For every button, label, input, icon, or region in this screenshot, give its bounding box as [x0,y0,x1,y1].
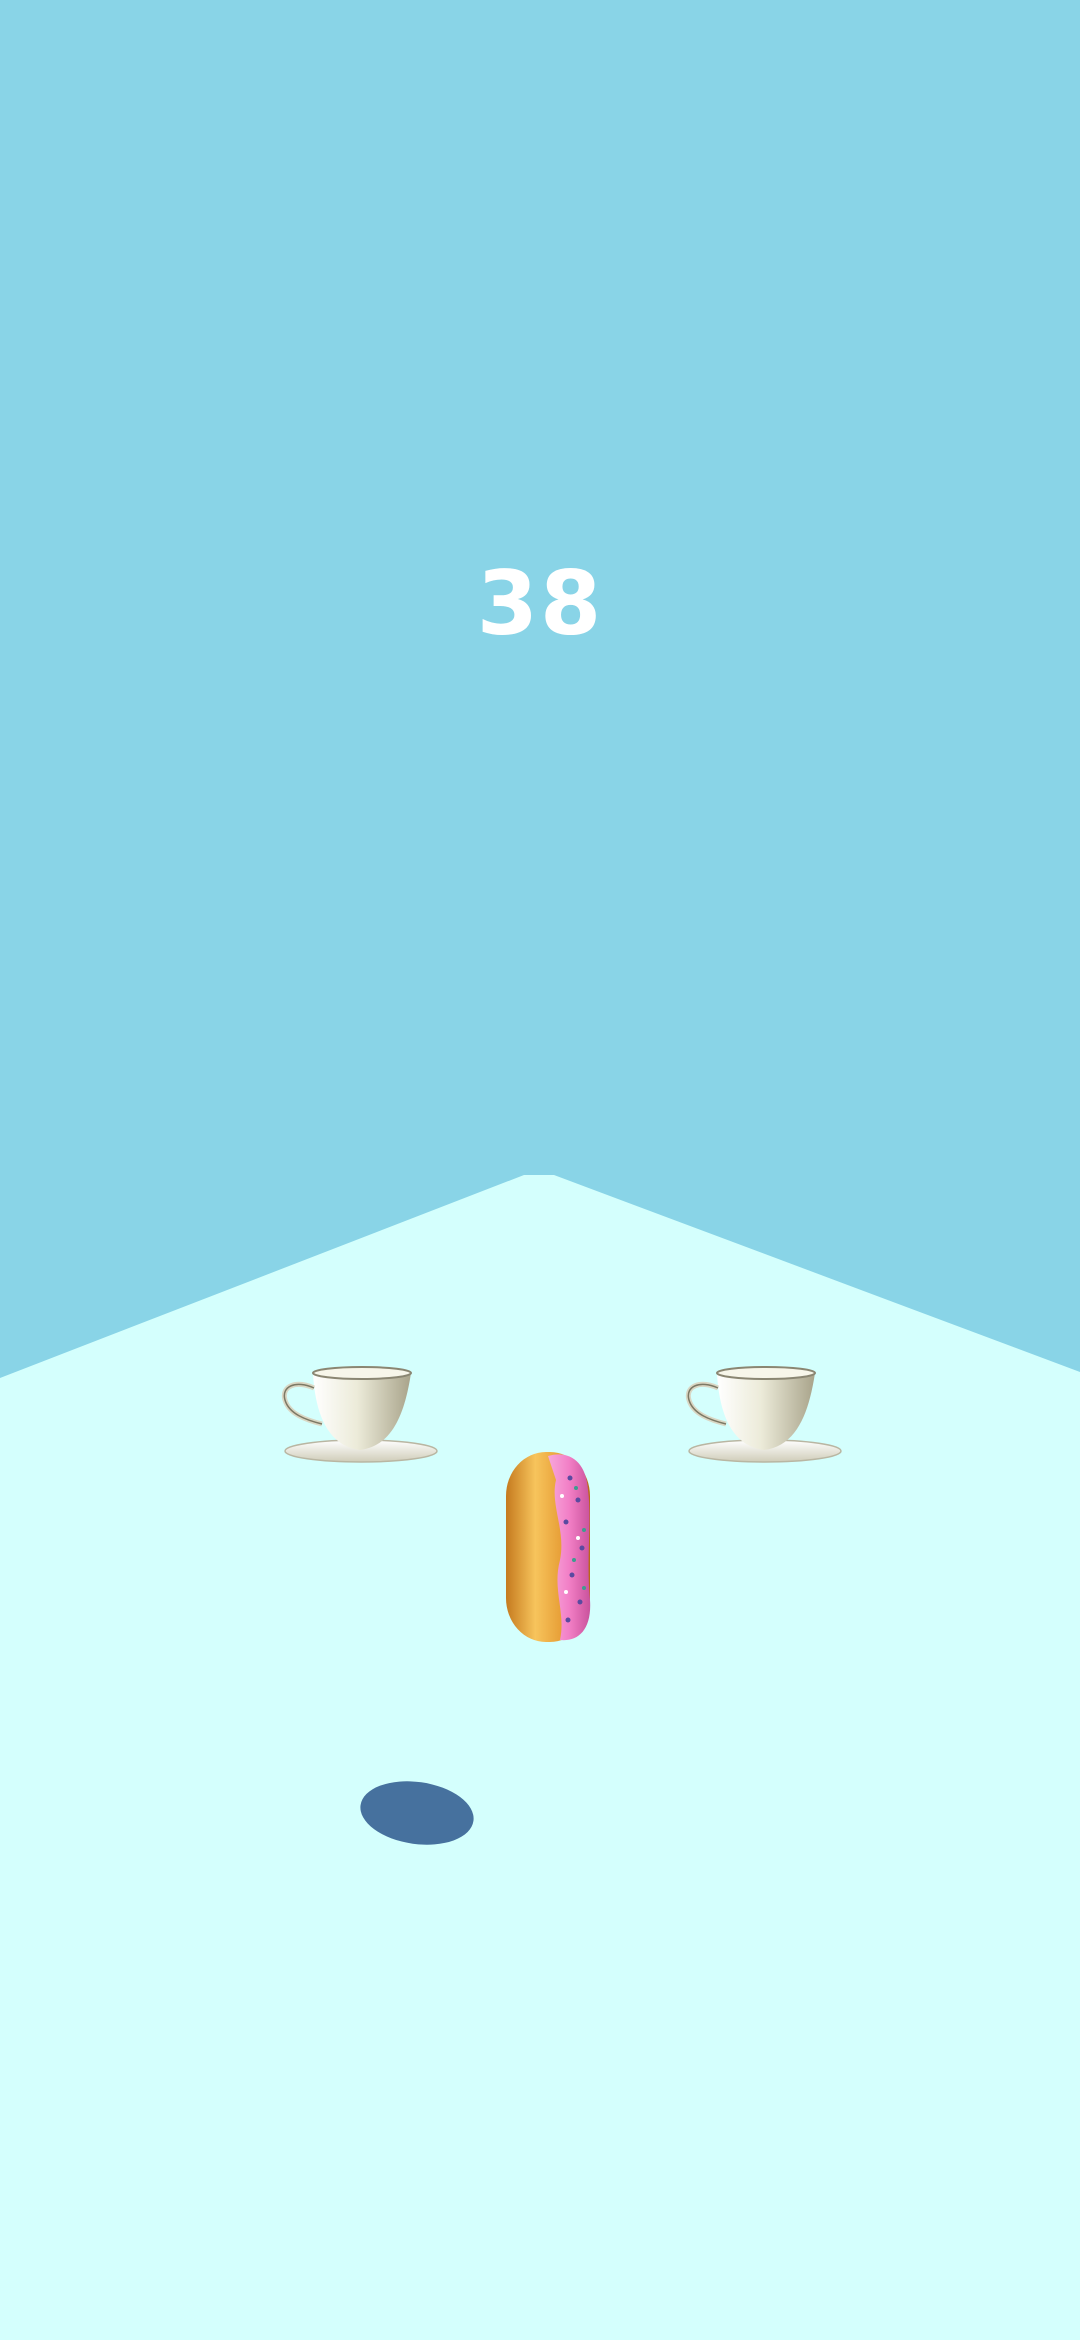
donut-player[interactable] [506,1452,591,1642]
game-scene[interactable] [0,0,1080,2340]
score-counter: 38 [476,552,604,655]
table-surface [0,1175,1080,2340]
